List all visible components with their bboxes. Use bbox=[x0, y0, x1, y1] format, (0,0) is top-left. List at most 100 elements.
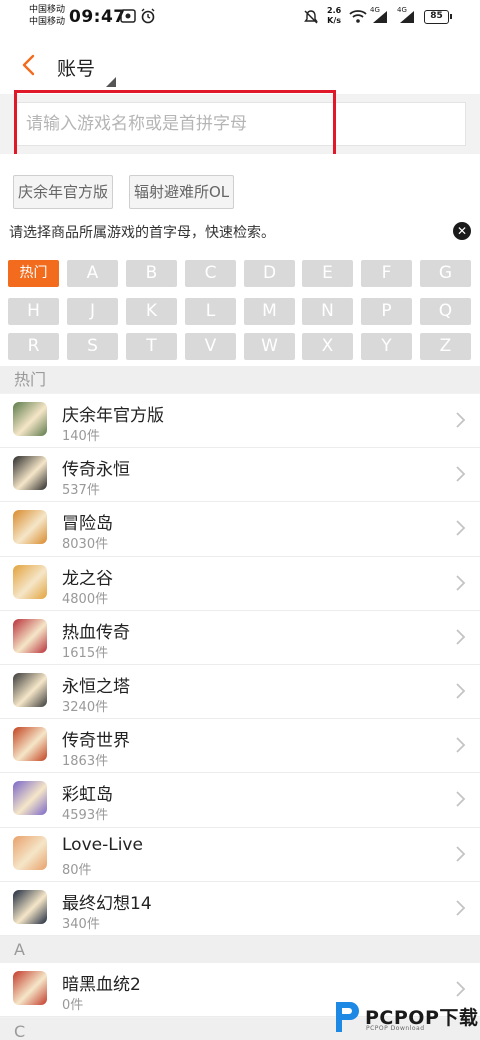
wifi-icon bbox=[349, 10, 367, 23]
letter-k[interactable]: K bbox=[126, 298, 177, 325]
net-speed-value: 2.6 bbox=[327, 6, 342, 15]
close-icon[interactable]: ✕ bbox=[453, 222, 471, 240]
top-header: 账号 bbox=[0, 34, 480, 94]
game-row[interactable]: 冒险岛 8030件 bbox=[0, 502, 480, 557]
game-name: 龙之谷 bbox=[62, 568, 113, 589]
game-item-count: 340件 bbox=[62, 916, 100, 932]
game-name: 暗黑血统2 bbox=[62, 975, 141, 995]
letter-t[interactable]: T bbox=[126, 333, 177, 360]
signal-2-icon bbox=[400, 11, 414, 23]
game-row[interactable]: 热血传奇 1615件 bbox=[0, 610, 480, 665]
status-bar: 中国移动 中国移动 09:47 2.6 K/s 4G 4G 85 bbox=[0, 0, 480, 34]
search-input[interactable] bbox=[14, 102, 466, 146]
game-row[interactable]: 传奇世界 1863件 bbox=[0, 719, 480, 774]
pcpop-logo-icon bbox=[336, 1002, 359, 1032]
letter-z[interactable]: Z bbox=[420, 333, 471, 360]
chevron-right-icon bbox=[456, 683, 466, 699]
game-item-count: 4593件 bbox=[62, 808, 109, 824]
game-name: 冒险岛 bbox=[62, 514, 113, 535]
game-name: 传奇世界 bbox=[62, 731, 130, 752]
game-row[interactable]: 龙之谷 4800件 bbox=[0, 556, 480, 611]
section-header-a: A bbox=[0, 936, 480, 963]
letter-p[interactable]: P bbox=[361, 298, 412, 325]
chuanqi-yongheng-icon bbox=[13, 456, 47, 491]
letter-e[interactable]: E bbox=[302, 260, 353, 287]
game-item-count: 140件 bbox=[62, 429, 100, 444]
game-row[interactable]: 最终幻想14 340件 bbox=[0, 881, 480, 936]
game-item-count: 1863件 bbox=[62, 754, 109, 770]
notification-icon bbox=[120, 9, 136, 23]
clock: 09:47 bbox=[69, 7, 126, 27]
letter-h[interactable]: H bbox=[8, 298, 59, 325]
chevron-right-icon bbox=[456, 845, 466, 862]
chevron-right-icon bbox=[456, 791, 466, 807]
letter-s[interactable]: S bbox=[67, 333, 118, 360]
letter-g[interactable]: G bbox=[420, 260, 471, 287]
game-name: 最终幻想14 bbox=[62, 893, 152, 914]
dropdown-triangle-icon[interactable] bbox=[104, 77, 116, 87]
letter-w[interactable]: W bbox=[244, 333, 295, 360]
game-item-count: 537件 bbox=[62, 483, 100, 499]
anhei-xuetong-icon bbox=[13, 971, 47, 1005]
letter-x[interactable]: X bbox=[302, 333, 353, 360]
game-item-count: 4800件 bbox=[62, 591, 109, 607]
pcpop-watermark: PCPOP下载 PCPOP Download bbox=[330, 994, 480, 1040]
caihongdao-icon bbox=[13, 781, 47, 816]
recent-chip[interactable]: 辐射避难所OL bbox=[129, 175, 235, 209]
letter-n[interactable]: N bbox=[302, 298, 353, 325]
game-item-count: 8030件 bbox=[62, 537, 109, 553]
letter-hot[interactable]: 热门 bbox=[8, 260, 59, 287]
search-bar bbox=[0, 94, 480, 154]
game-name: 传奇永恒 bbox=[62, 460, 130, 481]
hot-game-list: 庆余年官方版 140件传奇永恒 537件冒险岛 8030件龙之谷 4800件热血传奇 16… bbox=[0, 394, 480, 936]
hint-row: 请选择商品所属游戏的首字母，快速检索。 ✕ bbox=[0, 214, 480, 250]
letter-d[interactable]: D bbox=[244, 260, 295, 287]
game-row[interactable]: 庆余年官方版 140件 bbox=[0, 394, 480, 449]
battery-icon: 85 bbox=[424, 10, 452, 24]
section-header-hot: 热门 bbox=[0, 366, 480, 393]
signal-1-icon bbox=[373, 11, 387, 23]
chevron-right-icon bbox=[456, 520, 466, 537]
chevron-right-icon bbox=[456, 412, 466, 428]
game-name: 庆余年官方版 bbox=[62, 406, 164, 426]
yongheng-zhita-icon bbox=[13, 672, 47, 707]
chevron-right-icon bbox=[456, 737, 466, 753]
recent-search-chips: 庆余年官方版 辐射避难所OL bbox=[0, 154, 480, 214]
page-title[interactable]: 账号 bbox=[57, 54, 95, 81]
letter-f[interactable]: F bbox=[361, 260, 412, 287]
qingyunian-icon bbox=[13, 402, 47, 436]
chevron-right-icon bbox=[456, 574, 466, 591]
recent-chip[interactable]: 庆余年官方版 bbox=[13, 175, 114, 209]
letter-y[interactable]: Y bbox=[361, 333, 412, 360]
game-row[interactable]: 永恒之塔 3240件 bbox=[0, 664, 480, 720]
letter-q[interactable]: Q bbox=[420, 298, 471, 325]
game-row[interactable]: 彩虹岛 4593件 bbox=[0, 773, 480, 828]
alarm-icon bbox=[141, 8, 155, 24]
mute-icon bbox=[304, 10, 318, 24]
carrier-2: 中国移动 bbox=[29, 17, 66, 27]
letter-a[interactable]: A bbox=[67, 260, 118, 287]
maoxiandao-icon bbox=[13, 510, 47, 545]
carrier-1: 中国移动 bbox=[29, 5, 66, 15]
letter-m[interactable]: M bbox=[244, 298, 295, 325]
ff14-icon bbox=[13, 889, 47, 924]
chevron-right-icon bbox=[456, 466, 466, 482]
game-name: Love-Live bbox=[62, 834, 143, 855]
letter-l[interactable]: L bbox=[185, 298, 236, 325]
game-row[interactable]: Love-Live 80件 bbox=[0, 827, 480, 882]
rexue-chuanqi-icon bbox=[13, 618, 47, 653]
letter-r[interactable]: R bbox=[8, 333, 59, 360]
letter-b[interactable]: B bbox=[126, 260, 177, 287]
network-speed: 2.6 K/s bbox=[327, 6, 341, 26]
watermark-sub: PCPOP Download bbox=[366, 1025, 425, 1032]
alphabet-index: 热门 A B C D E F G H J K L M N P Q R S T V W X Y Z bbox=[0, 250, 480, 366]
hint-text: 请选择商品所属游戏的首字母，快速检索。 bbox=[9, 225, 275, 241]
love-live-icon bbox=[13, 835, 47, 870]
letter-c[interactable]: C bbox=[185, 260, 236, 287]
letter-j[interactable]: J bbox=[67, 298, 118, 325]
game-item-count: 80件 bbox=[62, 862, 92, 878]
back-arrow-icon[interactable] bbox=[14, 50, 44, 80]
letter-v[interactable]: V bbox=[185, 333, 236, 360]
game-name: 热血传奇 bbox=[62, 622, 130, 643]
game-row[interactable]: 传奇永恒 537件 bbox=[0, 448, 480, 503]
